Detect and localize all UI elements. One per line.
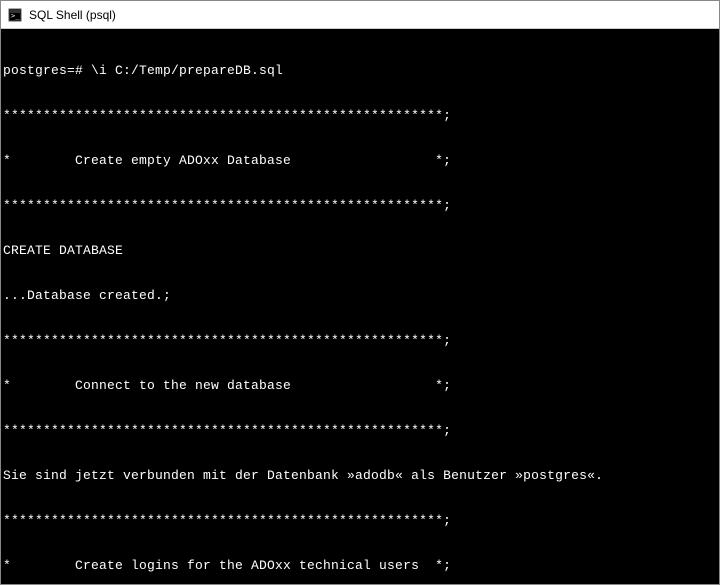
- svg-text:>_: >_: [11, 12, 20, 20]
- terminal-line: * Create logins for the ADOxx technical …: [3, 558, 717, 573]
- terminal-line: * Connect to the new database *;: [3, 378, 717, 393]
- terminal-line: * Create empty ADOxx Database *;: [3, 153, 717, 168]
- terminal-line: CREATE DATABASE: [3, 243, 717, 258]
- terminal-line: Sie sind jetzt verbunden mit der Datenba…: [3, 468, 717, 483]
- terminal-line: ****************************************…: [3, 513, 717, 528]
- terminal-output[interactable]: postgres=# \i C:/Temp/prepareDB.sql ****…: [1, 29, 719, 584]
- terminal-line: ****************************************…: [3, 108, 717, 123]
- terminal-line: ...Database created.;: [3, 288, 717, 303]
- window-title: SQL Shell (psql): [29, 8, 116, 22]
- terminal-line: ****************************************…: [3, 333, 717, 348]
- terminal-line: ****************************************…: [3, 198, 717, 213]
- terminal-line: ****************************************…: [3, 423, 717, 438]
- window-titlebar: >_ SQL Shell (psql): [1, 1, 719, 29]
- terminal-line: postgres=# \i C:/Temp/prepareDB.sql: [3, 63, 717, 78]
- app-icon: >_: [7, 7, 23, 23]
